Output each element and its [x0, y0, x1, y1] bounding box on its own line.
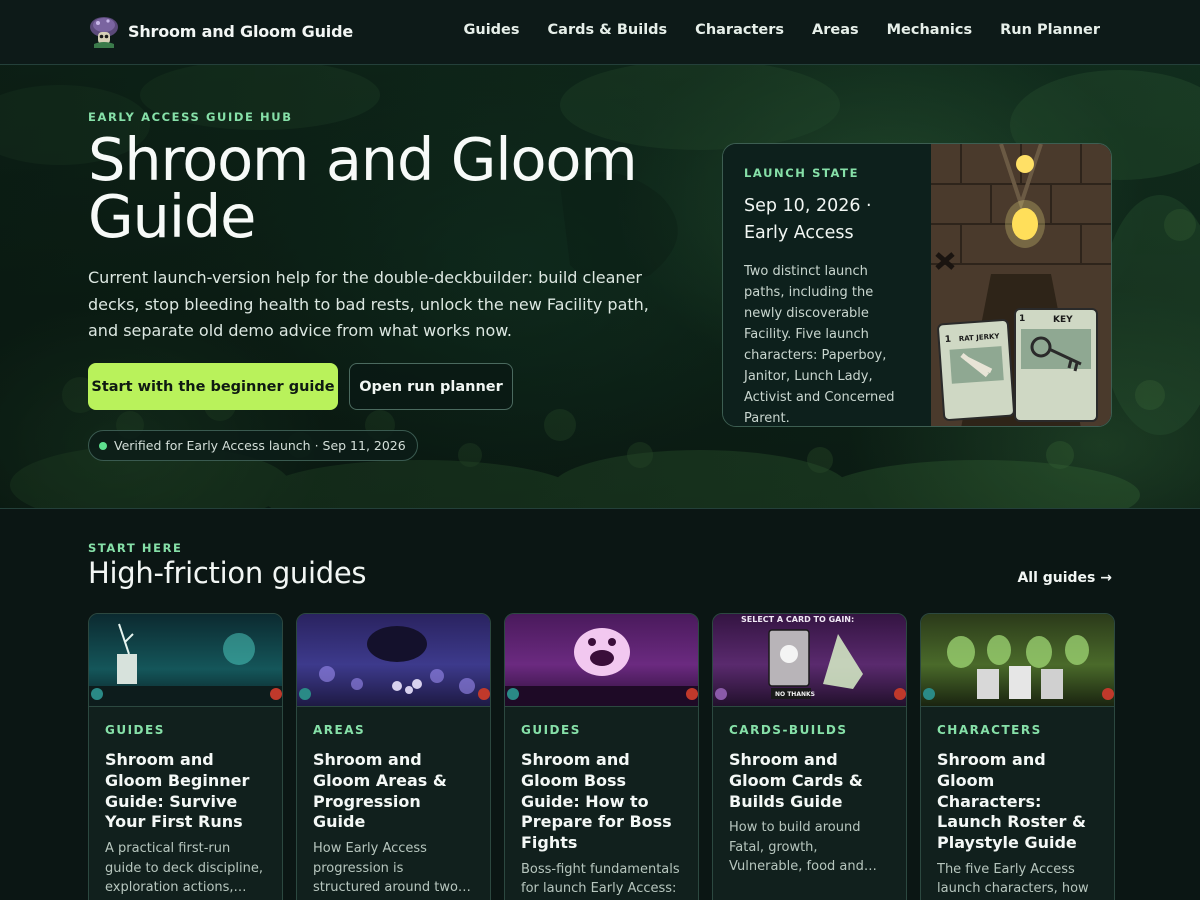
guide-card-description: How to build around Fatal, growth, Vulne…	[729, 820, 864, 875]
guide-card-category: AREAS	[313, 723, 366, 737]
beginner-guide-button[interactable]: Start with the beginner guide	[88, 363, 338, 410]
guide-card-body: GUIDES Shroom and Gloom Beginner Guide: …	[89, 707, 282, 898]
guide-card-title: Shroom and Gloom Characters: Launch Rost…	[937, 750, 1086, 853]
card-left-cost: 1	[944, 335, 951, 345]
card-right-title: KEY	[1053, 315, 1073, 325]
guide-card[interactable]: CHARACTERS Shroom and Gloom Characters: …	[920, 613, 1115, 900]
guide-card[interactable]: SELECT A CARD TO GAIN: NO THANKS CARDS-B…	[712, 613, 907, 900]
thumbnail-art	[89, 623, 282, 706]
guide-card[interactable]: GUIDES Shroom and Gloom Beginner Guide: …	[88, 613, 283, 900]
nav-mechanics[interactable]: Mechanics	[887, 22, 973, 38]
verified-text: Verified for Early Access launch · Sep 1…	[114, 438, 406, 453]
guide-card-thumbnail	[921, 614, 1114, 707]
guide-card-category: GUIDES	[105, 723, 165, 737]
thumbnail-art	[505, 628, 698, 706]
guide-card-description: The five Early Access launch characters,…	[937, 861, 1089, 897]
launch-date: Sep 10, 2026 · Early Access	[744, 196, 872, 243]
guide-card-thumbnail	[89, 614, 282, 707]
guide-card-title: Shroom and Gloom Cards & Builds Guide	[729, 750, 863, 811]
main-nav: Guides Cards & Builds Characters Areas M…	[463, 22, 1100, 38]
guide-card-description: Boss-fight fundamentals for launch Early…	[521, 861, 680, 897]
section-eyebrow: START HERE	[88, 541, 183, 555]
guide-card-category: CARDS-BUILDS	[729, 723, 848, 737]
nav-run-planner[interactable]: Run Planner	[1000, 22, 1100, 38]
launch-artwork: KEY 1 RAT JERKY 1	[931, 144, 1111, 426]
launch-eyebrow: LAUNCH STATE	[744, 166, 860, 180]
thumbnail-art	[299, 626, 490, 700]
nav-guides[interactable]: Guides	[463, 22, 519, 38]
guide-card-body: AREAS Shroom and Gloom Areas & Progressi…	[297, 707, 490, 898]
verified-badge: Verified for Early Access launch · Sep 1…	[88, 430, 418, 461]
launch-description: Two distinct launch paths, including the…	[744, 264, 895, 426]
hero-section: EARLY ACCESS GUIDE HUB Shroom and Gloom …	[0, 65, 1200, 509]
thumbnail-art	[923, 635, 1114, 700]
card-right-cost: 1	[1019, 314, 1025, 324]
guide-card-body: CHARACTERS Shroom and Gloom Characters: …	[921, 707, 1114, 900]
launch-info: LAUNCH STATE Sep 10, 2026 · Early Access…	[723, 144, 931, 426]
guide-card-body: GUIDES Shroom and Gloom Boss Guide: How …	[505, 707, 698, 900]
guide-card-title: Shroom and Gloom Beginner Guide: Survive…	[105, 750, 250, 832]
status-dot-icon	[99, 441, 107, 450]
brand[interactable]: Shroom and Gloom Guide	[88, 14, 353, 48]
all-guides-link[interactable]: All guides →	[1017, 570, 1112, 586]
hero-eyebrow: EARLY ACCESS GUIDE HUB	[88, 110, 293, 124]
guide-card-thumbnail	[505, 614, 698, 707]
brand-name: Shroom and Gloom Guide	[128, 21, 353, 41]
thumbnail-art: SELECT A CARD TO GAIN: NO THANKS	[715, 615, 906, 700]
mushroom-logo-icon	[90, 17, 118, 48]
guide-card-thumbnail	[297, 614, 490, 707]
guide-card-title: Shroom and Gloom Boss Guide: How to Prep…	[521, 750, 672, 853]
top-navigation-bar: Shroom and Gloom Guide Guides Cards & Bu…	[0, 0, 1200, 65]
guide-card-body: CARDS-BUILDS Shroom and Gloom Cards & Bu…	[713, 707, 906, 877]
guide-card-description: How Early Access progression is structur…	[313, 841, 458, 896]
section-title: High-friction guides	[88, 556, 367, 590]
guide-card-category: GUIDES	[521, 723, 581, 737]
nav-characters[interactable]: Characters	[695, 22, 784, 38]
launch-state-card: LAUNCH STATE Sep 10, 2026 · Early Access…	[722, 143, 1112, 427]
nav-cards-builds[interactable]: Cards & Builds	[548, 22, 668, 38]
no-thanks-label: NO THANKS	[775, 691, 815, 698]
card-art-illustration: KEY 1 RAT JERKY 1	[931, 144, 1111, 426]
hero-description: Current launch-version help for the doub…	[88, 268, 649, 340]
nav-areas[interactable]: Areas	[812, 22, 859, 38]
guide-card-category: CHARACTERS	[937, 723, 1042, 737]
run-planner-button[interactable]: Open run planner	[349, 363, 513, 410]
guide-card-list: GUIDES Shroom and Gloom Beginner Guide: …	[88, 613, 1115, 900]
guide-card-thumbnail: SELECT A CARD TO GAIN: NO THANKS	[713, 614, 906, 707]
hero-title: Shroom and Gloom Guide	[88, 125, 638, 251]
guide-card[interactable]: AREAS Shroom and Gloom Areas & Progressi…	[296, 613, 491, 900]
guide-card-title: Shroom and Gloom Areas & Progression Gui…	[313, 750, 447, 832]
guide-card-description: A practical first-run guide to deck disc…	[105, 841, 263, 896]
guide-card[interactable]: GUIDES Shroom and Gloom Boss Guide: How …	[504, 613, 699, 900]
card-select-prompt: SELECT A CARD TO GAIN:	[741, 615, 854, 624]
